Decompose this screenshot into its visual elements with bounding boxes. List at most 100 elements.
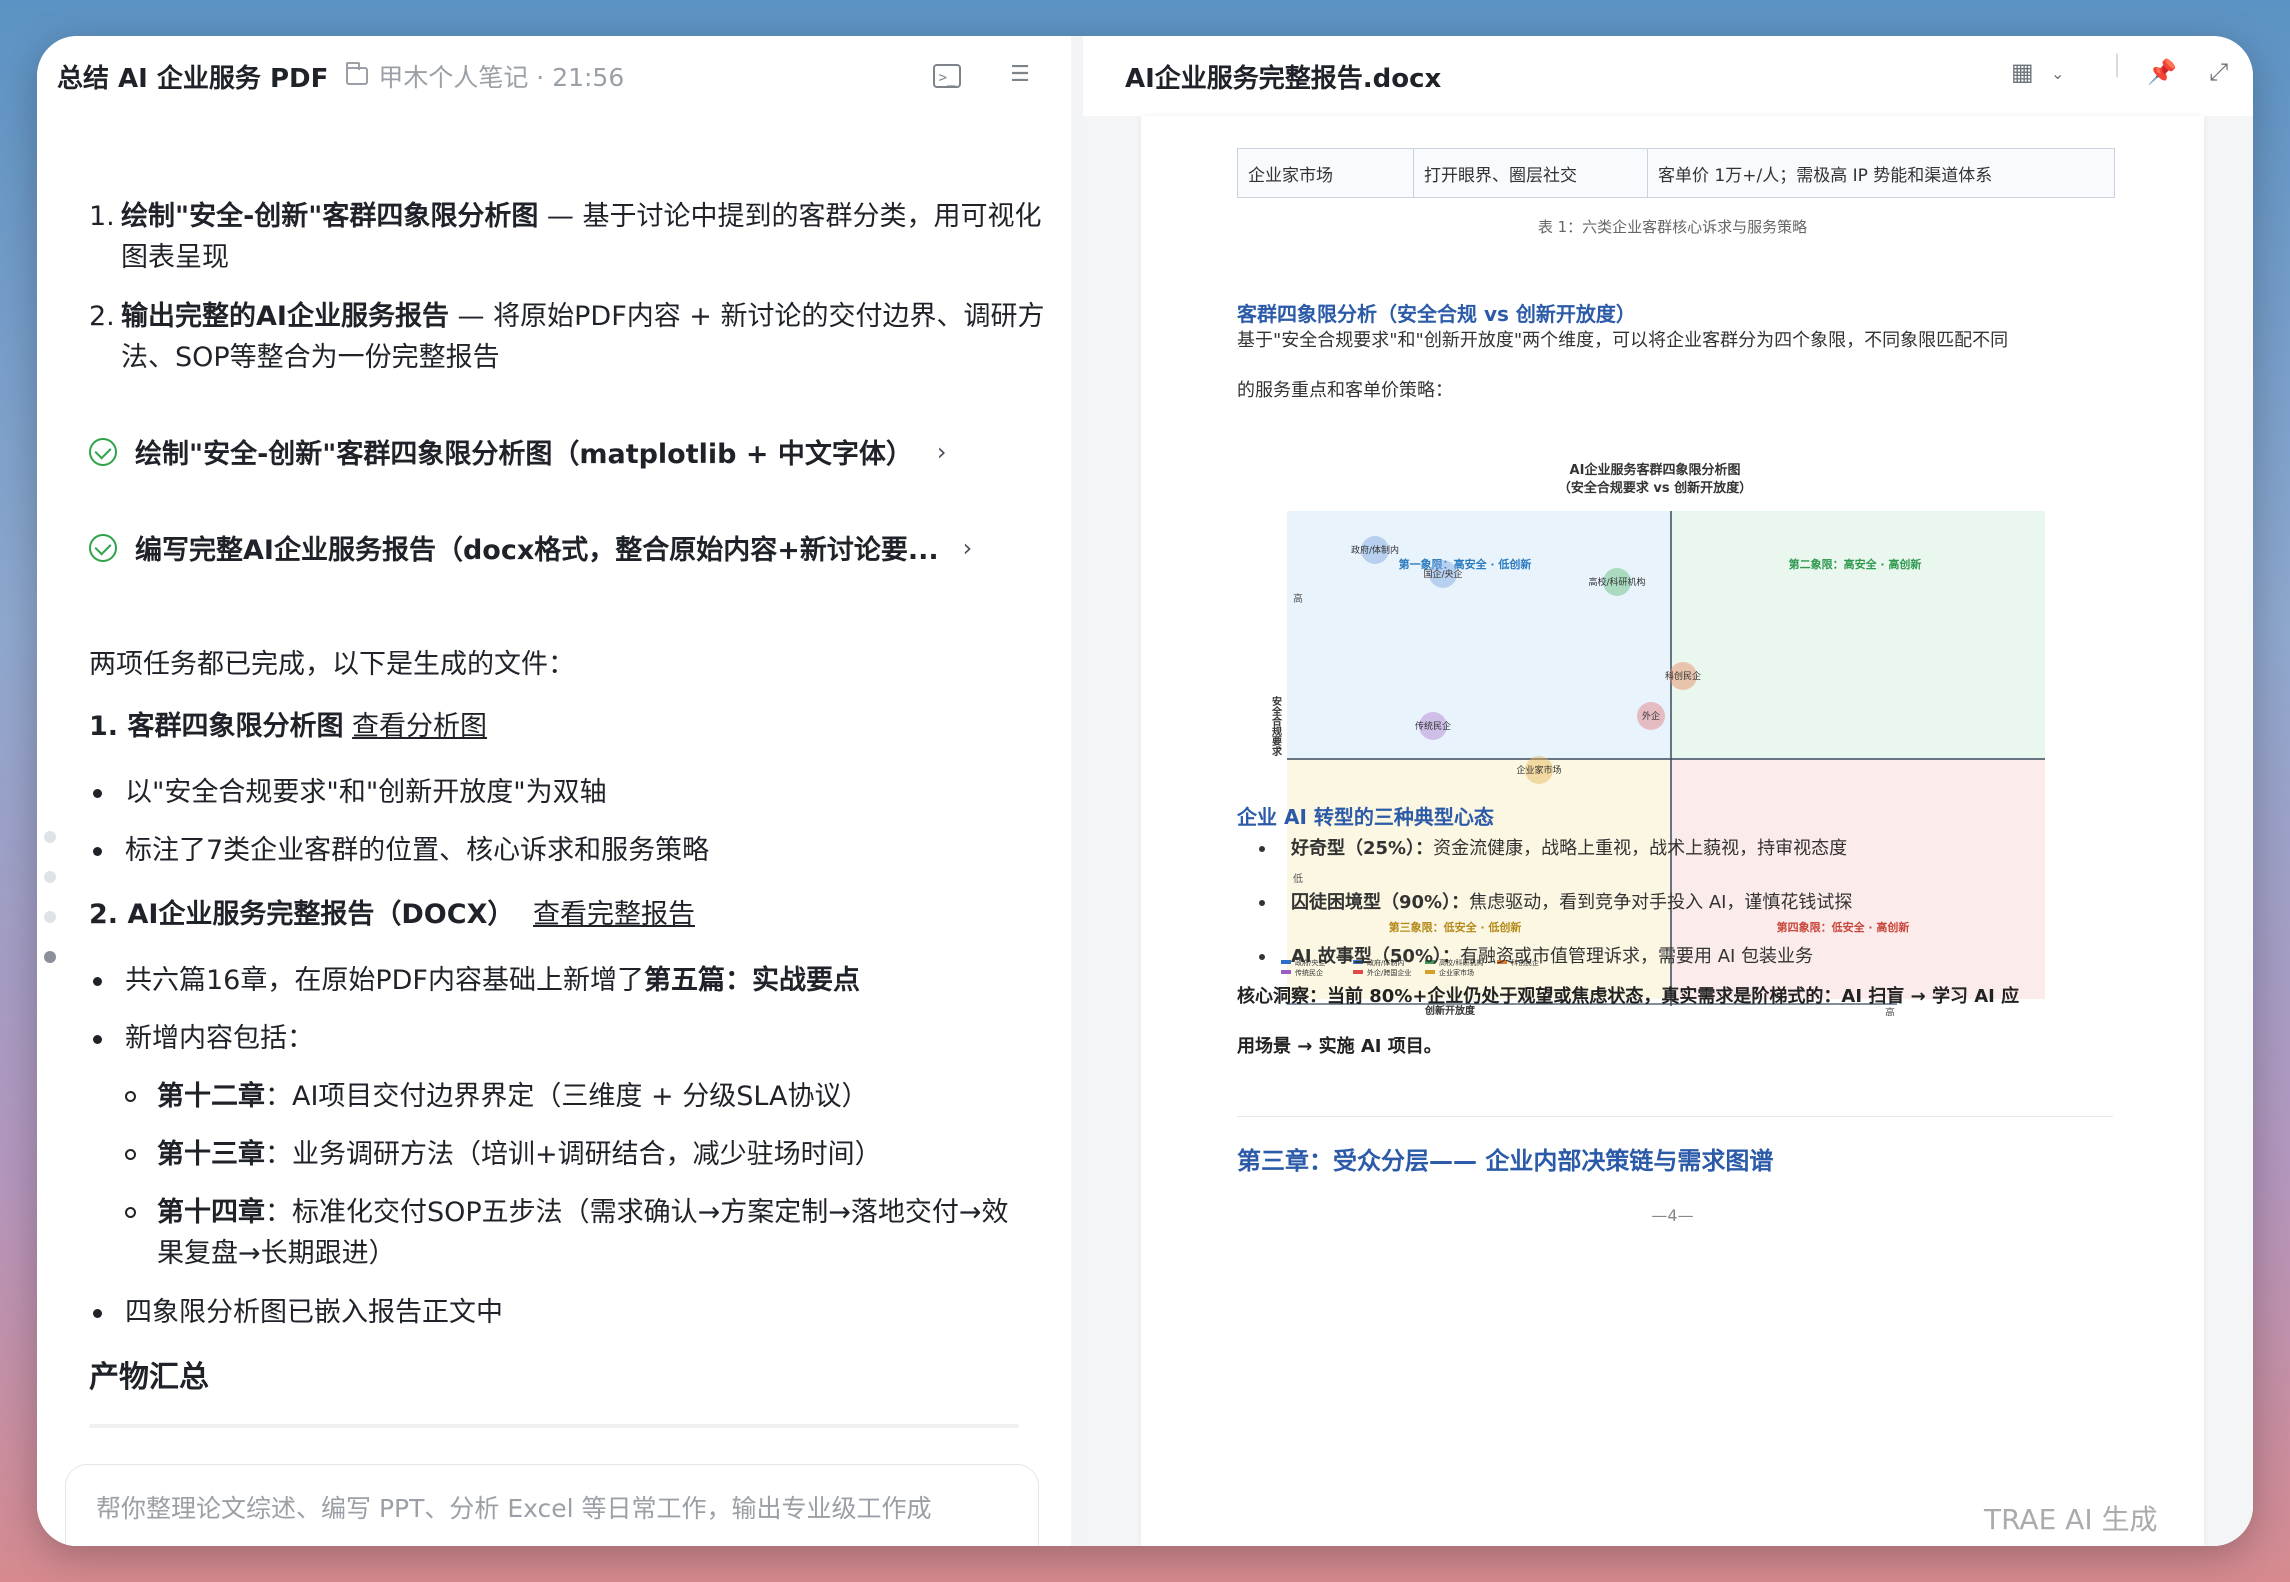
task-label: 绘制"安全-创新"客群四象限分析图（matplotlib + 中文字体）	[135, 439, 913, 470]
bullet-circle	[125, 1149, 136, 1160]
y-low-label: 低	[1293, 872, 1303, 885]
scroll-indicator[interactable]	[44, 831, 56, 991]
task-row-chart[interactable]: 绘制"安全-创新"客群四象限分析图（matplotlib + 中文字体） ›	[89, 432, 947, 471]
app-window: 总结 AI 企业服务 PDF 甲木个人笔记 · 21:56 >_ ☰ 1. 绘制…	[37, 36, 2253, 1546]
list-item: 以"安全合规要求"和"创新开放度"为双轴	[93, 772, 607, 813]
page-number: —4—	[1651, 1206, 1694, 1225]
table-caption: 表 1：六类企业客群核心诉求与服务策略	[1537, 218, 1808, 236]
indicator-dot[interactable]	[44, 911, 56, 923]
bullet-dot	[93, 1309, 102, 1318]
terminal-icon[interactable]: >_	[933, 64, 961, 88]
chevron-right-icon: ›	[936, 437, 947, 466]
pin-icon[interactable]: 📌	[2147, 58, 2177, 86]
bullet-dot	[1259, 954, 1265, 960]
plan-item-1: 1. 绘制"安全-创新"客群四象限分析图 — 基于讨论中提到的客群分类，用可视化…	[89, 196, 1049, 278]
mindset-title: AI 故事型（50%）：	[1291, 946, 1460, 967]
bullet-dot	[1259, 846, 1265, 852]
mindset-title: 囚徒困境型（90%）：	[1291, 892, 1470, 913]
indicator-dot[interactable]	[44, 831, 56, 843]
chat-header: 总结 AI 企业服务 PDF 甲木个人笔记 · 21:56 >_ ☰	[37, 36, 1071, 116]
quadrant-chart-svg: AI企业服务客群四象限分析图 （安全合规要求 vs 创新开放度） 第一象限：高安…	[1265, 456, 2055, 1019]
bullet-dot	[1259, 900, 1265, 906]
section-heading: 企业 AI 转型的三种典型心态	[1237, 805, 1494, 829]
table-cell: 企业家市场	[1238, 149, 1414, 197]
file1-line: 1. 客群四象限分析图 查看分析图	[89, 706, 487, 748]
quadrant-1-bg	[1287, 511, 1671, 759]
bullet-dot	[93, 789, 102, 798]
insight-paragraph: 核心洞察：当前 80%+企业仍处于观望或焦虑状态，真实需求是阶梯式的：AI 扫盲…	[1237, 972, 2019, 1072]
preview-title: AI企业服务完整报告.docx	[1125, 63, 1442, 94]
chat-pane: 总结 AI 企业服务 PDF 甲木个人笔记 · 21:56 >_ ☰ 1. 绘制…	[37, 36, 1071, 1546]
chart-node-label: 外企	[1642, 710, 1660, 722]
list-item: 标注了7类企业客群的位置、核心诉求和服务策略	[93, 830, 709, 871]
document-viewer[interactable]: 企业家市场 打开眼界、圈层社交 客单价 1万+/人；需极高 IP 势能和渠道体系…	[1083, 116, 2253, 1546]
file2-link[interactable]: 查看完整报告	[533, 899, 695, 930]
plan-item-num: 2.	[89, 301, 115, 332]
file1-link[interactable]: 查看分析图	[352, 711, 487, 742]
chart-title: AI企业服务客群四象限分析图	[1570, 462, 1741, 478]
y-high-label: 高	[1293, 592, 1303, 605]
chat-input-placeholder: 帮你整理论文综述、编写 PPT、分析 Excel 等日常工作，输出专业级工作成	[96, 1494, 932, 1523]
list-item-text: 四象限分析图已嵌入报告正文中	[125, 1297, 503, 1328]
paragraph-line: 的服务重点和客单价策略：	[1237, 380, 1453, 401]
list-item: 四象限分析图已嵌入报告正文中	[93, 1292, 503, 1333]
task-row-report[interactable]: 编写完整AI企业服务报告（docx格式，整合原始内容+新讨论要... ›	[89, 528, 972, 567]
table-cell: 客单价 1万+/人；需极高 IP 势能和渠道体系	[1658, 166, 1993, 186]
list-item-bold: 第五篇：实战要点	[643, 965, 860, 996]
sub-item-desc: ：业务调研方法（培训+调研结合，减少驻场时间）	[265, 1139, 882, 1170]
list-item-text: 共六篇16章，在原始PDF内容基础上新增了	[125, 965, 644, 996]
expand-icon[interactable]: ⤢	[2209, 58, 2228, 86]
summary-heading: 产物汇总	[89, 1360, 209, 1395]
doc-table-row: 企业家市场 打开眼界、圈层社交 客单价 1万+/人；需极高 IP 势能和渠道体系	[1237, 148, 2115, 198]
list-item-text: 以"安全合规要求"和"创新开放度"为双轴	[125, 777, 607, 808]
mindset-item: AI 故事型（50%）：有融资或市值管理诉求，需要用 AI 包装业务	[1259, 942, 1813, 968]
sub-list-item: 第十三章：业务调研方法（培训+调研结合，减少驻场时间）	[125, 1134, 1055, 1175]
list-item: 新增内容包括：	[93, 1018, 314, 1059]
quadrant-1-label: 第一象限：高安全 · 低创新	[1399, 557, 1532, 571]
sub-item-desc: ：AI项目交付边界界定（三维度 + 分级SLA协议）	[265, 1081, 869, 1112]
section-divider	[1237, 1116, 2113, 1117]
paragraph-line: 基于"安全合规要求"和"创新开放度"两个维度，可以将企业客群分为四个象限，不同象…	[1237, 330, 2009, 351]
bullet-circle	[125, 1207, 136, 1218]
outline-icon[interactable]: ☰	[1005, 60, 1035, 90]
quadrant-2-bg	[1671, 511, 2055, 759]
bullet-dot	[93, 1035, 102, 1044]
done-text: 两项任务都已完成，以下是生成的文件：	[89, 649, 575, 680]
folder-icon	[346, 62, 369, 85]
sub-item-title: 第十三章	[157, 1139, 265, 1170]
indicator-dot[interactable]	[44, 871, 56, 883]
check-circle-icon	[89, 437, 117, 466]
mindset-desc: 资金流健康，战略上重视，战术上藐视，持审视态度	[1433, 838, 1848, 859]
bullet-dot	[93, 977, 102, 986]
plan-item-num: 1.	[89, 201, 115, 232]
mindset-desc: 焦虑驱动，看到竞争对手投入 AI，谨慎花钱试探	[1469, 892, 1853, 913]
chart-node-label: 传统民企	[1415, 720, 1451, 732]
sub-item-desc: ：标准化交付SOP五步法（需求确认→方案定制→落地交付→效果复盘→长期跟进）	[157, 1197, 1009, 1269]
quadrant-3-label: 第三象限：低安全 · 低创新	[1389, 920, 1522, 934]
chevron-right-icon: ›	[962, 533, 973, 562]
check-circle-icon	[89, 533, 117, 562]
list-item: 共六篇16章，在原始PDF内容基础上新增了第五篇：实战要点	[93, 960, 860, 1001]
chart-node-label: 科创民企	[1665, 670, 1701, 682]
section-paragraph: 基于"安全合规要求"和"创新开放度"两个维度，可以将企业客群分为四个象限，不同象…	[1237, 316, 2008, 416]
quadrant-chart: AI企业服务客群四象限分析图 （安全合规要求 vs 创新开放度） 第一象限：高安…	[1265, 456, 2055, 1019]
quadrant-4-label: 第四象限：低安全 · 高创新	[1777, 920, 1910, 934]
separator: |	[2113, 50, 2122, 78]
indicator-dot-active[interactable]	[44, 951, 56, 963]
chart-node-label: 政府/体制内	[1351, 544, 1399, 556]
plan-item-2: 2. 输出完整的AI企业服务报告 — 将原始PDF内容 + 新讨论的交付边界、调…	[89, 296, 1049, 378]
task-label: 编写完整AI企业服务报告（docx格式，整合原始内容+新讨论要...	[135, 535, 939, 566]
preview-pane: AI企业服务完整报告.docx ▦ ⌄ | 📌 ⤢ ✕ 企业家市场 打开眼界、圈…	[1083, 36, 2253, 1546]
list-item-text: 新增内容包括：	[125, 1023, 314, 1054]
mindset-title: 好奇型（25%）：	[1291, 838, 1434, 859]
chart-node-label: 高校/科研机构	[1588, 576, 1645, 588]
preview-header: AI企业服务完整报告.docx ▦ ⌄ | 📌 ⤢ ✕	[1083, 36, 2253, 116]
chapter-heading: 第三章：受众分层—— 企业内部决策链与需求图谱	[1237, 1147, 1774, 1175]
folder-meta[interactable]: 甲木个人笔记 · 21:56	[378, 58, 624, 94]
mindset-desc: 有融资或市值管理诉求，需要用 AI 包装业务	[1459, 946, 1814, 967]
chat-input[interactable]: 帮你整理论文综述、编写 PPT、分析 Excel 等日常工作，输出专业级工作成	[65, 1464, 1039, 1546]
plan-item-title: 输出完整的AI企业服务报告	[121, 301, 449, 332]
chevron-down-icon[interactable]: ⌄	[2051, 64, 2064, 83]
layout-grid-icon[interactable]: ▦	[2011, 58, 2034, 86]
mindset-item: 囚徒困境型（90%）：焦虑驱动，看到竞争对手投入 AI，谨慎花钱试探	[1259, 888, 1852, 914]
